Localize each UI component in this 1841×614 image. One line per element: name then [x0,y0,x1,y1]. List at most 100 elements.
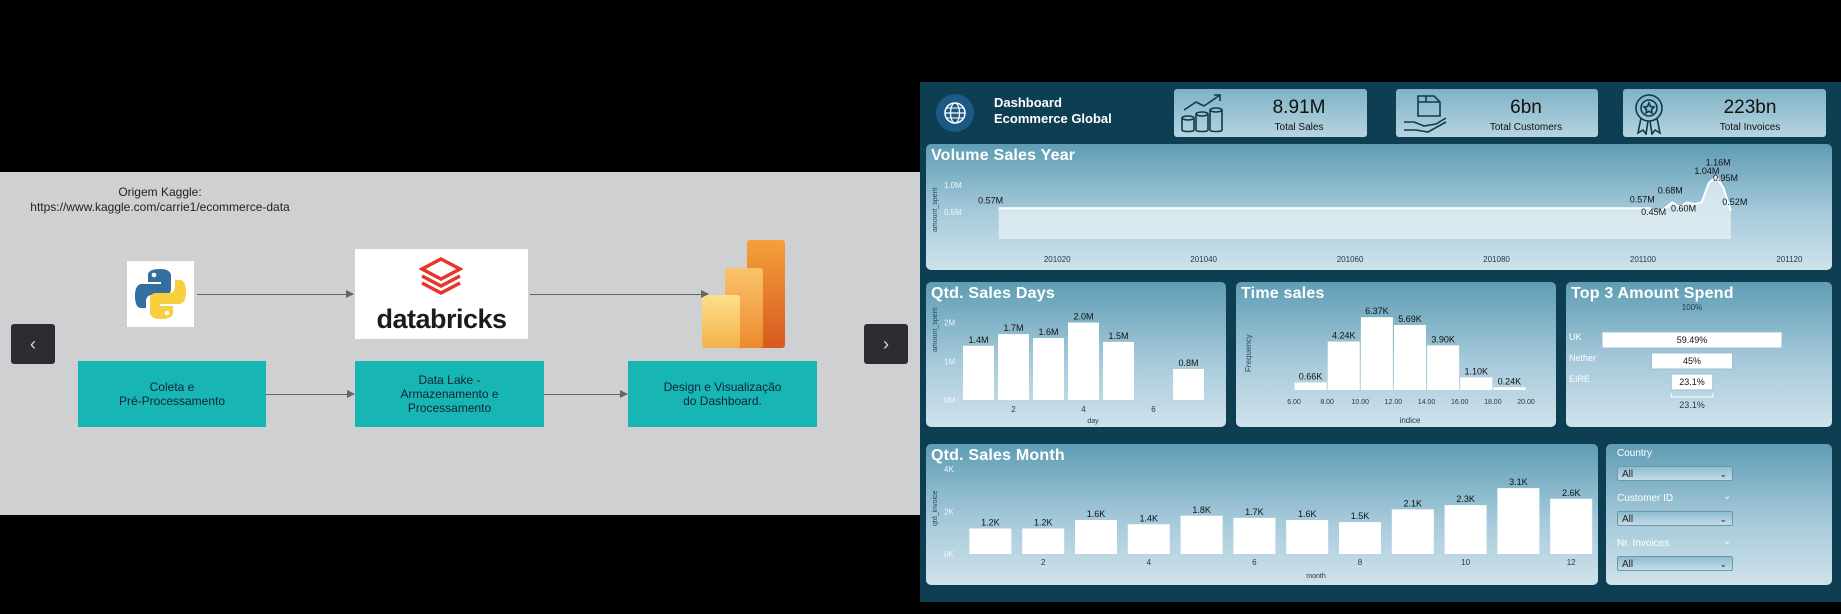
award-ribbon-icon [1635,94,1663,135]
qtd-sales-days-panel: Qtd. Sales Days 1.4M 1.7M 1.6M 2.0M 1.5M 0.8M… [926,282,1226,427]
data-label: 0.57M [1630,194,1655,204]
data-label: 59.49% [1677,335,1708,345]
volume-sales-year-panel: Volume Sales Year amount_spent 1.0M 0.5M 20… [926,144,1832,270]
data-label: 2.6K [1562,488,1581,498]
flow-arrow [530,290,709,298]
data-label: 6.37K [1365,306,1389,316]
y-tick-label: 4K [944,465,954,474]
bar [1339,522,1381,554]
slicer-country-label: Country [1617,448,1653,459]
y-tick-label: 1.0M [944,181,962,190]
bar [1180,515,1223,554]
x-tick-label: 6 [1151,405,1156,414]
step-label: Coleta e Pré-Processamento [118,380,226,408]
data-label: 1.7K [1245,507,1264,517]
x-tick-label: 4 [1147,558,1152,567]
slicer-customer-select[interactable]: All ⌄ [1617,511,1733,526]
source-line-1: Origem Kaggle: [118,185,202,199]
data-label: 45% [1683,356,1701,366]
qtd-sales-month-chart[interactable]: 1.2K 1.2K 1.6K 1.4K 1.8K 1.7K 1.6K 1.5K 2.1K 2.3K… [926,444,1598,585]
bar [1327,341,1360,390]
x-tick-label: 20.00 [1517,399,1535,406]
x-tick-label: 18.00 [1484,399,1502,406]
x-tick-label: 201120 [1776,255,1803,264]
data-label: 0.57M [978,195,1003,205]
data-label: 2.1K [1404,498,1423,508]
kpi-total-invoices: 223bn Total Invoices [1623,89,1826,137]
flow-arrow [266,390,355,398]
data-label: 1.16M [1706,158,1731,168]
bar [1360,317,1393,390]
y-tick-label: 2K [944,508,954,517]
flow-arrow [197,290,354,298]
data-label: 0.24K [1498,376,1522,386]
powerbi-logo-icon [700,238,788,350]
bar [1286,520,1329,554]
y-tick-label: 1M [944,357,955,366]
databricks-icon [419,257,463,295]
bar [963,345,994,400]
data-label: 0.52M [1722,197,1747,207]
bar [1103,341,1134,400]
bar [1497,488,1540,554]
top3-amount-spend-panel: Top 3 Amount Spend 100% UK 59.49% Nether 45%… [1566,282,1832,427]
step-label: Design e Visualização do Dashboard. [663,380,782,408]
data-label: 1.7M [1003,323,1023,333]
x-tick-label: 8.00 [1320,399,1334,406]
bar [1022,528,1065,554]
axis-bottom-label: 23.1% [1679,400,1705,410]
series-line [998,175,1732,217]
databricks-label: databricks [376,304,507,334]
money-growth-icon [1181,94,1223,133]
y-tick-label: 0.5M [944,208,962,217]
axis-label-x: day [1087,418,1099,425]
qtd-sales-month-panel: Qtd. Sales Month 1.2K 1.2K 1.6K 1.4K 1.8K 1.7… [926,444,1598,585]
x-tick-label: 10.00 [1352,399,1370,406]
chevron-down-icon: ⌄ [1719,469,1727,479]
data-label: 1.2K [1034,518,1053,528]
dashboard-title-line1: Dashboard [994,95,1062,110]
next-slide-button[interactable]: › [864,324,908,364]
y-tick-label: 0K [944,550,954,559]
slicer-invoices-select[interactable]: All ⌄ [1617,556,1733,571]
kpi-value: 8.91M [1272,97,1326,118]
data-label: 4.24K [1332,331,1356,341]
bar [1127,524,1170,554]
data-label: 2.0M [1073,312,1093,322]
x-tick-label: 8 [1358,558,1363,567]
data-label: 0.66K [1299,371,1323,381]
kpi-value: 6bn [1510,97,1542,118]
dashboard-title: Dashboard Ecommerce Global [994,95,1112,127]
bar [1075,520,1117,554]
prev-slide-button[interactable]: ‹ [11,324,55,364]
slicer-value: All [1622,514,1634,525]
axis-label-y: Frequency [1244,334,1253,372]
data-label: 1.6M [1038,327,1058,337]
volume-sales-year-chart[interactable]: amount_spent 1.0M 0.5M 201020 201040 201060 20… [926,144,1832,270]
step-collect-box: Coleta e Pré-Processamento [78,361,266,427]
slicers-panel: Country All ⌄ Customer ID ⌄ All ⌄ Nr. In… [1606,444,1832,585]
dashboard-title-line2: Ecommerce Global [994,111,1112,126]
row-label: Nether [1569,353,1596,363]
data-label: 5.69K [1398,314,1422,324]
bar [1033,338,1064,400]
data-label: 1.2K [981,518,1000,528]
data-label: 1.6K [1298,509,1317,519]
x-tick-label: 16.00 [1451,399,1469,406]
data-label: 3.1K [1509,477,1528,487]
x-tick-label: 10 [1461,558,1470,567]
chevron-down-icon[interactable]: ⌄ [1723,491,1731,502]
qtd-sales-days-chart[interactable]: 1.4M 1.7M 1.6M 2.0M 1.5M 0.8M amount_spent 2M 1M… [926,282,1226,427]
data-label: 2.3K [1456,494,1475,504]
top3-amount-spend-chart[interactable]: 100% UK 59.49% Nether 45% EIRE 23.1% 23.1% [1566,282,1832,427]
bar [998,334,1029,400]
data-label: 1.5K [1351,511,1370,521]
bar [1294,382,1327,390]
slicer-country-select[interactable]: All ⌄ [1617,466,1733,481]
chevron-down-icon[interactable]: ⌄ [1723,536,1731,547]
time-sales-chart[interactable]: 0.66K 4.24K 6.37K 5.69K 3.90K 1.10K 0.24K Frequ… [1236,282,1556,427]
slicer-invoices-label: Nr. Invoices [1617,538,1670,549]
x-tick-label: 201020 [1044,255,1071,264]
kpi-total-sales: 8.91M Total Sales [1174,89,1367,137]
row-label: EIRE [1569,374,1590,384]
